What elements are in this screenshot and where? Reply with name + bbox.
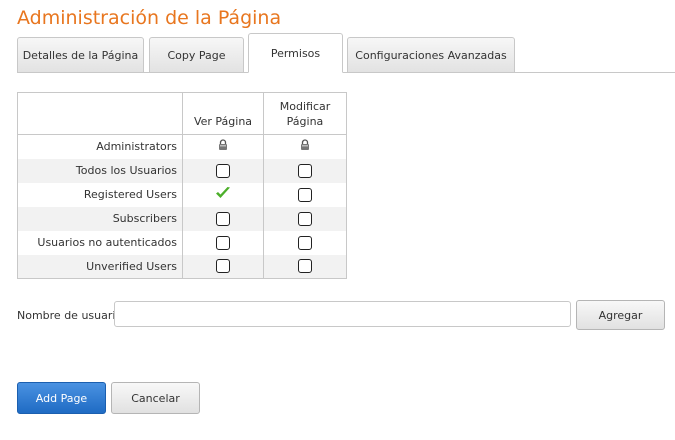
tab-copy-page[interactable]: Copy Page: [149, 37, 244, 73]
view-page-cell: [182, 206, 264, 231]
view-page-cell: [182, 230, 264, 255]
edit-page-cell: [263, 158, 347, 183]
permission-row: Todos los Usuarios: [17, 158, 347, 183]
page-title: Administración de la Página: [17, 7, 282, 29]
permission-checkbox[interactable]: [298, 259, 312, 274]
view-page-column-header: Ver Página: [182, 92, 264, 135]
edit-page-cell: [263, 230, 347, 255]
edit-page-cell: [263, 134, 347, 159]
permission-row: Usuarios no autenticados: [18, 230, 347, 255]
permission-row: Subscribers: [17, 206, 347, 231]
edit-page-cell: [263, 254, 347, 279]
cancel-button[interactable]: Cancelar: [111, 382, 200, 414]
permission-checkbox[interactable]: [216, 211, 230, 226]
username-label: Nombre de usuario:: [17, 309, 126, 322]
role-name: Unverified Users: [17, 254, 183, 279]
permission-row: Registered Users: [18, 182, 347, 207]
permission-checkbox[interactable]: [216, 259, 230, 274]
role-name: Registered Users: [83, 188, 177, 201]
view-page-cell: [182, 182, 264, 207]
edit-page-cell: [263, 206, 347, 231]
permission-row: Unverified Users: [17, 254, 347, 279]
view-page-cell: [182, 134, 264, 159]
role-column-header: [17, 92, 183, 135]
permission-checkbox[interactable]: [298, 211, 312, 226]
permissions-table: Ver Página Modificar Página Administrator…: [17, 92, 347, 279]
checkmark-icon[interactable]: [215, 186, 231, 203]
permission-checkbox[interactable]: [298, 163, 312, 178]
tab-page-details[interactable]: Detalles de la Página: [17, 37, 144, 73]
role-name: Administrators: [96, 140, 177, 154]
permission-checkbox[interactable]: [216, 235, 230, 250]
view-page-cell: [182, 254, 264, 279]
permission-checkbox[interactable]: [216, 163, 230, 178]
tab-advanced-settings[interactable]: Configuraciones Avanzadas: [347, 37, 515, 73]
permission-checkbox[interactable]: [298, 187, 312, 202]
permissions-header-row: Ver Página Modificar Página: [17, 92, 347, 135]
permission-row: Administrators: [18, 134, 347, 159]
permission-checkbox[interactable]: [298, 235, 312, 250]
username-input[interactable]: [114, 301, 571, 327]
role-name: Usuarios no autenticados: [37, 236, 177, 249]
tab-permissions[interactable]: Permisos: [248, 33, 343, 73]
role-name: Subscribers: [17, 206, 183, 231]
lock-icon: [218, 139, 228, 154]
view-page-cell: [182, 158, 264, 183]
edit-page-cell: [263, 182, 347, 207]
edit-page-column-header: Modificar Página: [263, 92, 347, 135]
add-user-button[interactable]: Agregar: [576, 300, 665, 330]
lock-icon: [300, 139, 310, 154]
add-page-button[interactable]: Add Page: [17, 382, 106, 414]
role-name: Todos los Usuarios: [17, 158, 183, 183]
